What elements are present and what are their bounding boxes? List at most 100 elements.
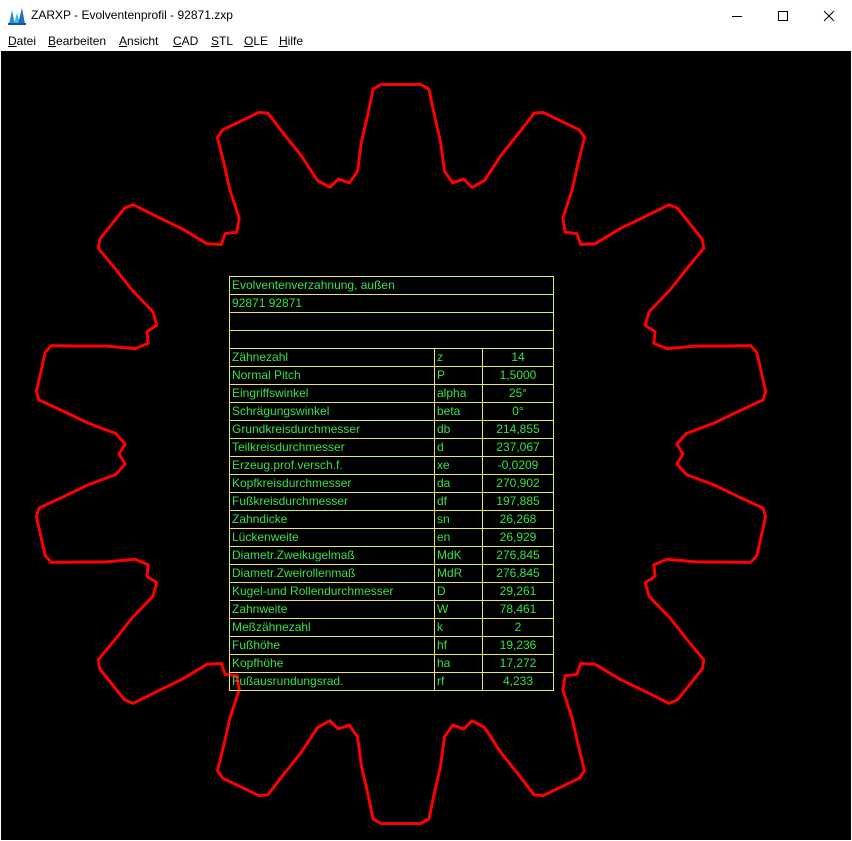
table-row: Diametr.Zweirollenmaß MdR 276,845 xyxy=(229,564,554,583)
table-row: Zähnezahl z 14 xyxy=(229,348,554,367)
row-name: Schrägungswinkel xyxy=(229,402,435,421)
row-value: 19,236 xyxy=(482,636,554,655)
row-value: 26,268 xyxy=(482,510,554,529)
row-name: Fußhöhe xyxy=(229,636,435,655)
table-header-row: 92871 92871 xyxy=(229,294,554,313)
row-value: 276,845 xyxy=(482,546,554,565)
close-button[interactable] xyxy=(806,0,852,31)
row-symbol: MdR xyxy=(434,564,483,583)
row-value: 276,845 xyxy=(482,564,554,583)
table-header-row xyxy=(229,330,554,349)
row-value: -0,0209 xyxy=(482,456,554,475)
close-icon xyxy=(823,10,835,21)
maximize-button[interactable] xyxy=(760,0,806,31)
row-name: Erzeug.prof.versch.f. xyxy=(229,456,435,475)
table-empty-cell xyxy=(229,312,554,331)
menu-cad[interactable]: CAD xyxy=(173,34,198,48)
row-symbol: df xyxy=(434,492,483,511)
row-name: Teilkreisdurchmesser xyxy=(229,438,435,457)
zarxp-app-icon[interactable] xyxy=(8,7,26,25)
menu-stl[interactable]: STL xyxy=(211,34,233,48)
row-symbol: D xyxy=(434,582,483,601)
row-value: 214,855 xyxy=(482,420,554,439)
row-name: Kopfkreisdurchmesser xyxy=(229,474,435,493)
row-value: 78,461 xyxy=(482,600,554,619)
row-value: 29,261 xyxy=(482,582,554,601)
table-row: Fußkreisdurchmesser df 197,885 xyxy=(229,492,554,511)
row-name: Zahndicke xyxy=(229,510,435,529)
table-row: Fußhöhe hf 19,236 xyxy=(229,636,554,655)
menu-ole[interactable]: OLE xyxy=(244,34,268,48)
table-row: Kopfkreisdurchmesser da 270,902 xyxy=(229,474,554,493)
row-symbol: rf xyxy=(434,672,483,691)
table-row: Fußausrundungsrad. rf 4,233 xyxy=(229,672,554,691)
row-symbol: alpha xyxy=(434,384,483,403)
row-name: Normal Pitch xyxy=(229,366,435,385)
row-value: 26,929 xyxy=(482,528,554,547)
row-symbol: k xyxy=(434,618,483,637)
row-name: Fußausrundungsrad. xyxy=(229,672,435,691)
row-value: 270,902 xyxy=(482,474,554,493)
row-value: 197,885 xyxy=(482,492,554,511)
table-header-row xyxy=(229,312,554,331)
table-row: Eingriffswinkel alpha 25° xyxy=(229,384,554,403)
row-value: 1,5000 xyxy=(482,366,554,385)
table-row: Normal Pitch P 1,5000 xyxy=(229,366,554,385)
row-name: Grundkreisdurchmesser xyxy=(229,420,435,439)
row-symbol: P xyxy=(434,366,483,385)
maximize-icon xyxy=(778,10,788,21)
table-row: Diametr.Zweikugelmaß MdK 276,845 xyxy=(229,546,554,565)
row-symbol: en xyxy=(434,528,483,547)
table-row: Grundkreisdurchmesser db 214,855 xyxy=(229,420,554,439)
menu-bearbeiten[interactable]: Bearbeiten xyxy=(48,34,106,48)
row-symbol: da xyxy=(434,474,483,493)
row-name: Kugel-und Rollendurchmesser xyxy=(229,582,435,601)
row-symbol: W xyxy=(434,600,483,619)
gear-data-table: Evolventenverzahnung, außen 92871 92871 … xyxy=(229,276,554,691)
table-row: Kugel-und Rollendurchmesser D 29,261 xyxy=(229,582,554,601)
row-symbol: hf xyxy=(434,636,483,655)
menu-datei[interactable]: Datei xyxy=(8,34,36,48)
drawing-canvas[interactable]: Evolventenverzahnung, außen 92871 92871 … xyxy=(1,51,851,840)
row-name: Zahnweite xyxy=(229,600,435,619)
row-symbol: d xyxy=(434,438,483,457)
row-symbol: ha xyxy=(434,654,483,673)
row-name: Fußkreisdurchmesser xyxy=(229,492,435,511)
table-row: Zahndicke sn 26,268 xyxy=(229,510,554,529)
minimize-icon xyxy=(732,15,742,17)
table-empty-cell xyxy=(229,330,554,349)
row-name: Eingriffswinkel xyxy=(229,384,435,403)
row-name: Kopfhöhe xyxy=(229,654,435,673)
table-row: Teilkreisdurchmesser d 237,067 xyxy=(229,438,554,457)
table-row: Meßzähnezahl k 2 xyxy=(229,618,554,637)
table-title: Evolventenverzahnung, außen xyxy=(229,276,554,295)
row-value: 0° xyxy=(482,402,554,421)
table-row: Schrägungswinkel beta 0° xyxy=(229,402,554,421)
row-value: 4,233 xyxy=(482,672,554,691)
menu-hilfe[interactable]: Hilfe xyxy=(279,34,303,48)
table-row: Lückenweite en 26,929 xyxy=(229,528,554,547)
row-name: Meßzähnezahl xyxy=(229,618,435,637)
row-value: 25° xyxy=(482,384,554,403)
minimize-button[interactable] xyxy=(714,0,760,31)
row-symbol: z xyxy=(434,348,483,367)
row-symbol: MdK xyxy=(434,546,483,565)
row-symbol: xe xyxy=(434,456,483,475)
table-drawing-number: 92871 92871 xyxy=(229,294,554,313)
row-symbol: beta xyxy=(434,402,483,421)
table-row: Erzeug.prof.versch.f. xe -0,0209 xyxy=(229,456,554,475)
table-row: Kopfhöhe ha 17,272 xyxy=(229,654,554,673)
title-bar[interactable]: ZARXP - Evolventenprofil - 92871.zxp xyxy=(0,0,852,31)
row-symbol: sn xyxy=(434,510,483,529)
row-name: Diametr.Zweirollenmaß xyxy=(229,564,435,583)
window-title: ZARXP - Evolventenprofil - 92871.zxp xyxy=(31,8,233,22)
row-value: 237,067 xyxy=(482,438,554,457)
row-name: Diametr.Zweikugelmaß xyxy=(229,546,435,565)
row-value: 17,272 xyxy=(482,654,554,673)
row-symbol: db xyxy=(434,420,483,439)
menu-bar: Datei Bearbeiten Ansicht CAD STL OLE Hil… xyxy=(0,31,852,51)
row-value: 2 xyxy=(482,618,554,637)
table-row: Zahnweite W 78,461 xyxy=(229,600,554,619)
row-value: 14 xyxy=(482,348,554,367)
menu-ansicht[interactable]: Ansicht xyxy=(119,34,158,48)
